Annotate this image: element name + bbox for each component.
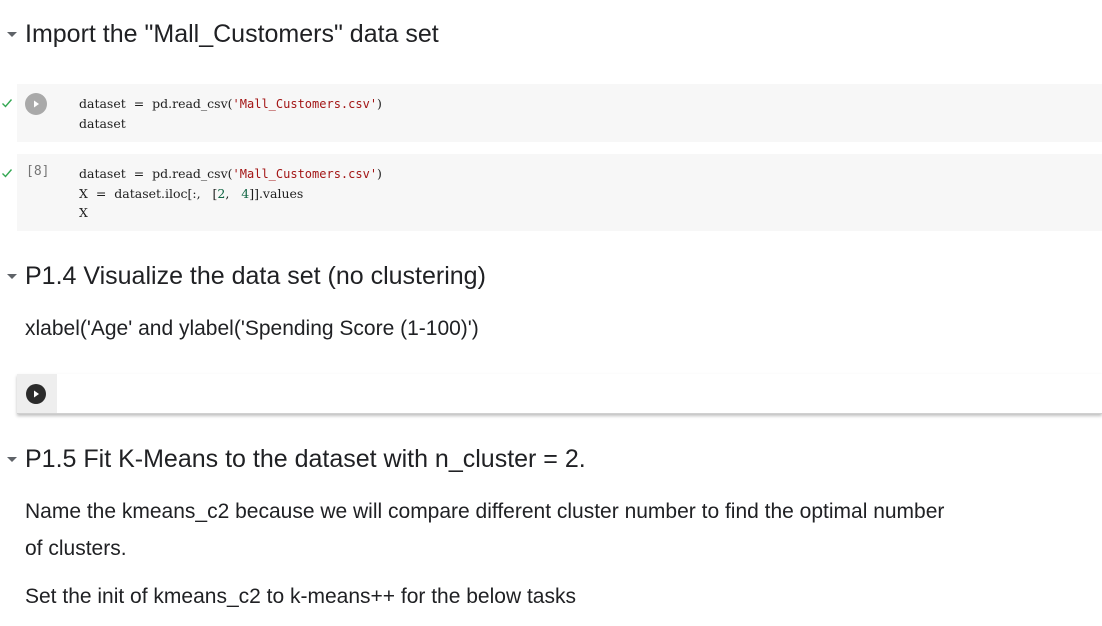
section-heading-p15: P1.5 Fit K-Means to the dataset with n_c…: [0, 445, 586, 474]
code-editor[interactable]: [57, 374, 1102, 413]
run-cell-button[interactable]: [25, 93, 47, 115]
markdown-text: xlabel('Age' and ylabel('Spending Score …: [25, 317, 479, 340]
code-line: dataset = pd.read_csv('Mall_Customers.cs…: [79, 96, 382, 111]
play-icon: [34, 100, 39, 108]
section-heading-import: Import the "Mall_Customers" data set: [0, 20, 439, 49]
markdown-text: of clusters.: [25, 537, 127, 560]
checkmark-icon: [2, 169, 13, 178]
play-icon: [34, 390, 39, 398]
code-line: dataset: [79, 116, 126, 131]
code-cell-3[interactable]: [17, 374, 1102, 414]
chevron-down-icon[interactable]: [0, 265, 24, 289]
code-editor[interactable]: dataset = pd.read_csv('Mall_Customers.cs…: [79, 94, 382, 133]
section-heading-p14: P1.4 Visualize the data set (no clusteri…: [0, 262, 486, 291]
notebook-page: Import the "Mall_Customers" data set dat…: [0, 0, 1102, 626]
checkmark-icon: [2, 99, 13, 108]
code-cell-1[interactable]: dataset = pd.read_csv('Mall_Customers.cs…: [17, 84, 1102, 142]
execution-count: [8]: [26, 164, 50, 179]
code-cell-2[interactable]: dataset = pd.read_csv('Mall_Customers.cs…: [17, 154, 1102, 231]
code-line: X = dataset.iloc[:, [2, 4]].values: [79, 186, 304, 201]
code-line: X: [79, 205, 88, 220]
chevron-down-icon[interactable]: [0, 23, 24, 47]
section-title: P1.5 Fit K-Means to the dataset with n_c…: [25, 445, 586, 473]
code-editor[interactable]: dataset = pd.read_csv('Mall_Customers.cs…: [79, 164, 382, 222]
section-title: Import the "Mall_Customers" data set: [25, 20, 439, 48]
markdown-text: Name the kmeans_c2 because we will compa…: [25, 500, 945, 523]
code-line: dataset = pd.read_csv('Mall_Customers.cs…: [79, 166, 382, 181]
run-cell-button[interactable]: [26, 384, 46, 404]
chevron-down-icon[interactable]: [0, 448, 24, 472]
markdown-text: Set the init of kmeans_c2 to k-means++ f…: [25, 585, 576, 608]
section-title: P1.4 Visualize the data set (no clusteri…: [25, 262, 486, 290]
